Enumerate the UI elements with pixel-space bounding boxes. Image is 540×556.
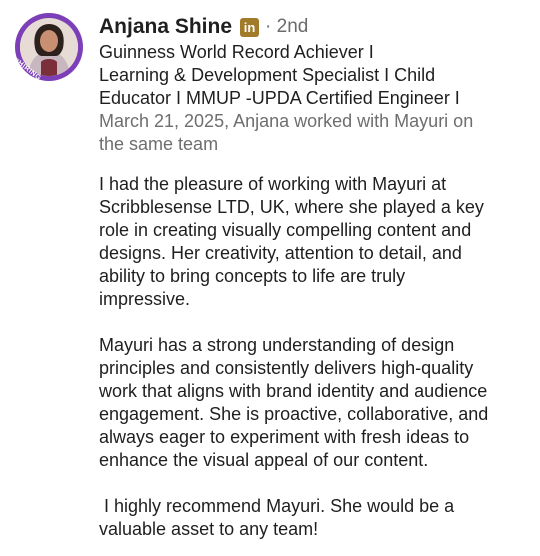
- text-line: always eager to experiment with fresh id…: [99, 427, 470, 447]
- meta-line: March 21, 2025, Anjana worked with Mayur…: [99, 111, 474, 131]
- text-line: principles and consistently delivers hig…: [99, 358, 474, 378]
- text-line: designs. Her creativity, attention to de…: [99, 243, 462, 263]
- headline-line: Learning & Development Specialist I Chil…: [99, 65, 436, 85]
- text-line: impressive.: [99, 289, 191, 309]
- author-name[interactable]: Anjana Shine: [99, 15, 232, 39]
- linkedin-icon: in: [240, 17, 260, 37]
- recommendation-card: #HIRING Anjana Shine in · 2nd Guinness W…: [0, 0, 540, 556]
- text-line: role in creating visually compelling con…: [99, 220, 472, 240]
- text-line: enhance the visual appeal of our content…: [99, 450, 429, 470]
- author-row: Anjana Shine in · 2nd: [99, 13, 308, 41]
- text-line: valuable asset to any team!: [99, 519, 319, 539]
- text-line: I highly recommend Mayuri. She would be …: [99, 496, 455, 516]
- recommendation-text: I had the pleasure of working with Mayur…: [99, 173, 529, 541]
- text-line: engagement. She is proactive, collaborat…: [99, 404, 489, 424]
- headline-line: Educator I MMUP -UPDA Certified Engineer…: [99, 88, 460, 108]
- meta-line: the same team: [99, 134, 219, 154]
- avatar[interactable]: #HIRING: [15, 13, 83, 81]
- text-line: Scribblesense LTD, UK, where she played …: [99, 197, 484, 217]
- recommendation-meta: March 21, 2025, Anjana worked with Mayur…: [99, 110, 529, 156]
- paragraph: Mayuri has a strong understanding of des…: [99, 334, 529, 472]
- paragraph: I highly recommend Mayuri. She would be …: [99, 495, 529, 541]
- text-line: I had the pleasure of working with Mayur…: [99, 174, 447, 194]
- author-headline: Guinness World Record Achiever I Learnin…: [99, 41, 529, 110]
- text-line: Mayuri has a strong understanding of des…: [99, 335, 455, 355]
- text-line: ability to bring concepts to life are tr…: [99, 266, 406, 286]
- text-line: work that aligns with brand identity and…: [99, 381, 488, 401]
- connection-degree: · 2nd: [265, 16, 309, 37]
- paragraph: I had the pleasure of working with Mayur…: [99, 173, 529, 311]
- headline-line: Guinness World Record Achiever I: [99, 42, 374, 62]
